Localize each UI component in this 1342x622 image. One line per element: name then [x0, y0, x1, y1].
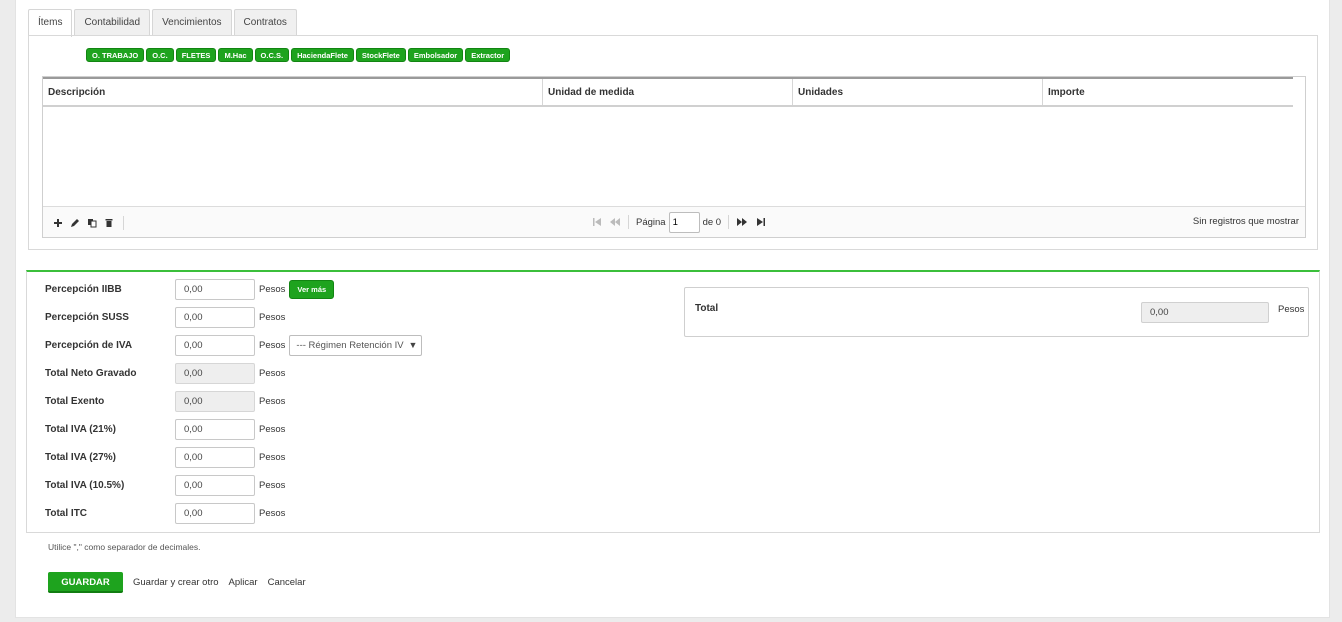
page-count: de 0: [702, 216, 722, 228]
label-iva-27: Total IVA (27%): [45, 451, 116, 463]
tab-contratos[interactable]: Contratos: [233, 9, 297, 36]
label-percepcion-suss: Percepción SUSS: [45, 311, 129, 323]
unit-label: Pesos: [259, 367, 286, 379]
pager-separator: [628, 215, 629, 229]
label-iva-21: Total IVA (21%): [45, 423, 116, 435]
unit-label: Pesos: [259, 423, 286, 435]
column-descripcion[interactable]: Descripción: [43, 79, 543, 105]
items-tab-content: O. TRABAJO O.C. FLETES M.Hac O.C.S. Haci…: [28, 35, 1318, 250]
grid-pager: Página de 0: [588, 211, 769, 233]
label-iva-105: Total IVA (10.5%): [45, 479, 125, 491]
items-grid: Descripción Unidad de medida Unidades Im…: [42, 76, 1306, 238]
total-input: [1141, 302, 1269, 323]
row-itc: Total ITC Pesos: [45, 502, 285, 524]
records-status: Sin registros que mostrar: [1192, 216, 1299, 227]
dropdown-arrow-icon: ▼: [408, 339, 418, 350]
pager-separator: [728, 215, 730, 229]
row-neto-gravado: Total Neto Gravado Pesos: [45, 362, 285, 384]
percepcion-suss-input[interactable]: [175, 306, 255, 328]
page-label: Página: [636, 216, 666, 228]
row-percepcion-iva: Percepción de IVA Pesos --- Régimen Rete…: [45, 334, 423, 356]
totals-section: Percepción IIBB Pesos Ver más Percepción…: [26, 270, 1320, 533]
itc-input[interactable]: [175, 502, 255, 524]
percepcion-iva-input[interactable]: [175, 334, 255, 356]
page-number-input[interactable]: [668, 211, 700, 233]
chip-ocs[interactable]: O.C.S.: [254, 48, 290, 62]
row-iva-21: Total IVA (21%) Pesos: [45, 418, 285, 440]
column-unidades[interactable]: Unidades: [793, 79, 1043, 105]
chip-hacienda-flete[interactable]: HaciendaFlete: [291, 48, 354, 62]
row-exento: Total Exento Pesos: [45, 390, 285, 412]
save-button[interactable]: GUARDAR: [48, 572, 123, 593]
tab-contabilidad[interactable]: Contabilidad: [74, 9, 151, 36]
chip-oc[interactable]: O.C.: [146, 48, 174, 62]
label-exento: Total Exento: [45, 395, 105, 407]
unit-label: Pesos: [259, 507, 286, 519]
chip-fletes[interactable]: FLETES: [175, 48, 217, 62]
unit-label: Pesos: [259, 283, 286, 295]
iva-21-input[interactable]: [175, 418, 255, 440]
select-value: --- Régimen Retención IV: [296, 339, 404, 351]
chip-o-trabajo[interactable]: O. TRABAJO: [86, 48, 145, 62]
label-total: Total: [695, 303, 719, 314]
exento-input: [175, 390, 255, 412]
label-percepcion-iva: Percepción de IVA: [45, 339, 133, 351]
iva-105-input[interactable]: [175, 474, 255, 496]
copy-icon[interactable]: [85, 216, 99, 230]
tab-bar: Ítems Contabilidad Vencimientos Contrato…: [28, 9, 299, 37]
unit-label: Pesos: [259, 311, 286, 323]
ver-mas-button[interactable]: Ver más: [289, 279, 335, 299]
cancel-link[interactable]: Cancelar: [268, 577, 306, 588]
chip-mhac[interactable]: M.Hac: [218, 48, 253, 62]
form-panel: Ítems Contabilidad Vencimientos Contrato…: [15, 0, 1330, 618]
unit-label: Pesos: [1278, 304, 1305, 315]
last-page-icon[interactable]: [753, 215, 767, 229]
grid-header: Descripción Unidad de medida Unidades Im…: [43, 77, 1293, 107]
chip-extractor[interactable]: Extractor: [465, 48, 511, 62]
unit-label: Pesos: [259, 479, 286, 491]
label-itc: Total ITC: [45, 507, 88, 519]
form-actions: GUARDAR Guardar y crear otro Aplicar Can…: [48, 572, 306, 593]
previous-page-icon[interactable]: [608, 215, 622, 229]
save-and-new-link[interactable]: Guardar y crear otro: [133, 577, 219, 588]
grand-total-box: Total Pesos: [684, 287, 1309, 337]
apply-link[interactable]: Aplicar: [229, 577, 258, 588]
unit-label: Pesos: [259, 395, 286, 407]
grid-tools: [51, 216, 124, 230]
edit-icon[interactable]: [68, 216, 82, 230]
column-importe[interactable]: Importe: [1043, 79, 1293, 105]
grid-footer: Página de 0 Sin registros que mostrar: [43, 206, 1305, 237]
row-percepcion-iibb: Percepción IIBB Pesos Ver más: [45, 278, 335, 300]
neto-gravado-input: [175, 362, 255, 384]
tab-vencimientos[interactable]: Vencimientos: [152, 9, 232, 36]
add-icon[interactable]: [51, 216, 65, 230]
label-neto-gravado: Total Neto Gravado: [45, 367, 137, 379]
toolbar-separator: [123, 216, 124, 230]
quick-add-chips: O. TRABAJO O.C. FLETES M.Hac O.C.S. Haci…: [86, 48, 512, 62]
percepcion-iibb-input[interactable]: [175, 278, 255, 300]
chip-stock-flete[interactable]: StockFlete: [355, 48, 406, 62]
row-iva-105: Total IVA (10.5%) Pesos: [45, 474, 285, 496]
regimen-retencion-select[interactable]: --- Régimen Retención IV ▼: [289, 334, 423, 356]
row-percepcion-suss: Percepción SUSS Pesos: [45, 306, 285, 328]
column-unidad-medida[interactable]: Unidad de medida: [543, 79, 793, 105]
unit-label: Pesos: [259, 451, 286, 463]
label-percepcion-iibb: Percepción IIBB: [45, 283, 122, 295]
iva-27-input[interactable]: [175, 446, 255, 468]
decimal-hint: Utilice "," como separador de decimales.: [48, 542, 201, 552]
chip-embolsador[interactable]: Embolsador: [407, 48, 464, 62]
next-page-icon[interactable]: [735, 215, 749, 229]
tab-items[interactable]: Ítems: [28, 9, 73, 37]
delete-icon[interactable]: [102, 216, 116, 230]
row-iva-27: Total IVA (27%) Pesos: [45, 446, 285, 468]
unit-label: Pesos: [259, 339, 286, 351]
first-page-icon[interactable]: [590, 215, 604, 229]
